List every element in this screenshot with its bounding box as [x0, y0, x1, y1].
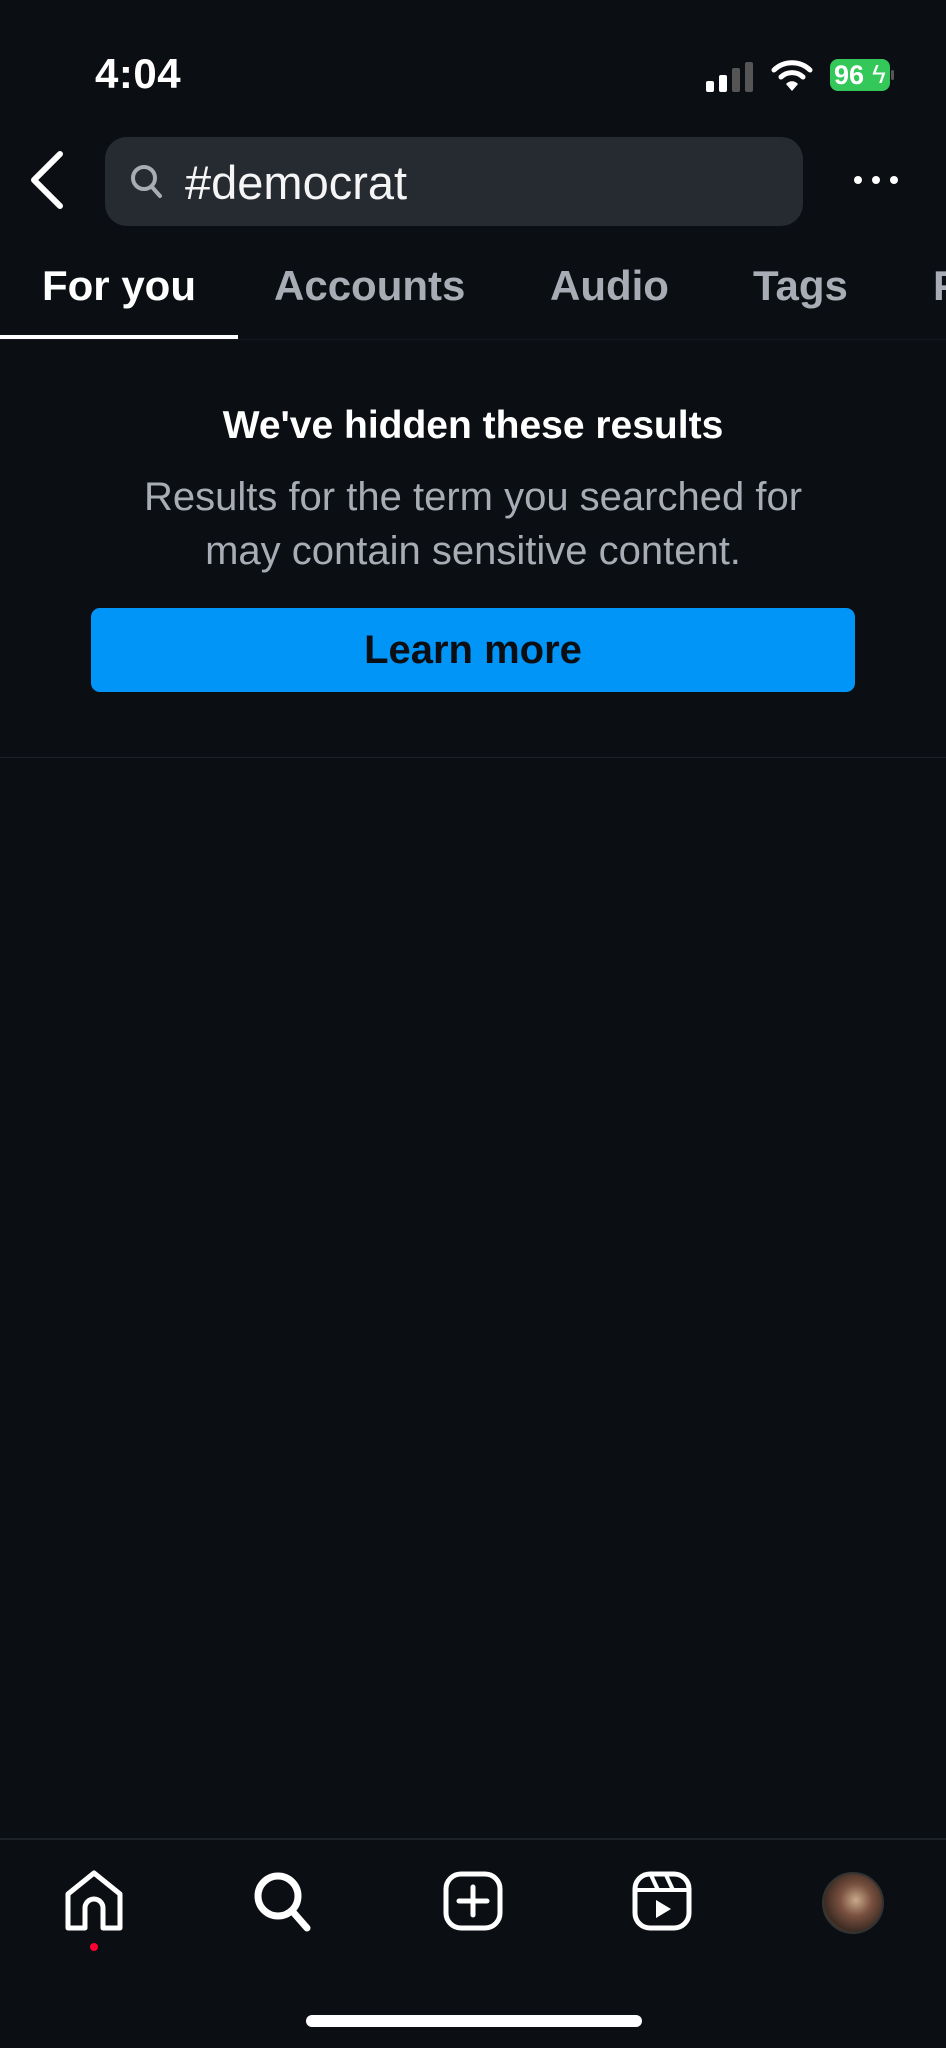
notice-body: Results for the term you searched for ma… — [60, 470, 886, 578]
home-icon[interactable] — [63, 1870, 125, 1932]
home-indicator[interactable] — [306, 2015, 642, 2027]
search-input[interactable]: #democrat — [105, 137, 803, 226]
active-tab-indicator — [0, 335, 238, 339]
wifi-icon — [771, 60, 813, 91]
bottom-nav-divider — [0, 1838, 946, 1840]
notice-body-line: Results for the term you searched for — [143, 475, 803, 519]
divider — [0, 757, 946, 758]
reels-icon[interactable] — [631, 1870, 693, 1932]
learn-more-button[interactable]: Learn more — [91, 608, 855, 692]
battery-charging-icon: 96 ϟ — [830, 59, 894, 91]
signal-icon — [706, 62, 753, 92]
tab-places[interactable]: Places — [933, 262, 946, 310]
profile-avatar[interactable] — [822, 1872, 884, 1934]
tab-tags[interactable]: Tags — [753, 262, 848, 310]
search-query[interactable]: #democrat — [185, 155, 407, 210]
create-icon[interactable] — [442, 1870, 504, 1932]
search-icon[interactable] — [252, 1870, 314, 1932]
search-tabs: For you Accounts Audio Tags Places — [0, 258, 946, 338]
battery-level: 96 — [834, 60, 865, 90]
tab-audio[interactable]: Audio — [550, 262, 669, 310]
notice-body-line: may contain sensitive content. — [205, 529, 741, 573]
tabs-divider — [0, 339, 946, 340]
notice-title: We've hidden these results — [222, 404, 724, 447]
tab-for-you[interactable]: For you — [42, 262, 196, 310]
more-options-button[interactable] — [850, 165, 902, 195]
back-button[interactable] — [26, 148, 70, 212]
tab-accounts[interactable]: Accounts — [274, 262, 465, 310]
status-time: 4:04 — [95, 50, 182, 97]
search-icon — [131, 165, 162, 198]
notification-dot — [90, 1943, 98, 1951]
